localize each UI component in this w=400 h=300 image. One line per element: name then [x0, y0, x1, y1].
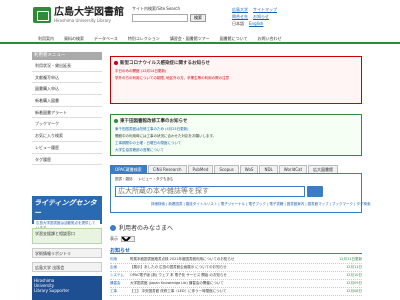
library-supporter-banner[interactable]: Hiroshima University Library Supporter	[32, 276, 102, 300]
covid-notice-link[interactable]: 学外の方の利用についての制限, 地区外の方、卒業生等の利用の際の注意	[111, 75, 361, 82]
user-menu-item[interactable]: ブックマーク	[32, 118, 102, 131]
support-banner[interactable]: 学習支援課と相談窓口	[32, 228, 102, 244]
news-date: 12月08日	[346, 289, 362, 293]
list-item[interactable]: 企画 【展示】あしたの 広島の図書館企画展示 についてのお知らせ 12月11日	[110, 264, 362, 272]
tab-scopus[interactable]: Scopus	[214, 165, 239, 173]
news-category: 利用	[110, 257, 117, 261]
nav-item[interactable]: 資料の検索	[59, 34, 89, 42]
news-list: 利用 附属本館図書館蔵書点検 2021年度図書館利用についてのお知らせ 12月1…	[110, 256, 362, 296]
info-icon	[114, 119, 118, 123]
user-menu: 利用者メニュー 利用状況・貸出延長 文献複写申込 図書購入申込 新着購入図書 新…	[32, 52, 102, 166]
link-contact[interactable]: 問合せ先	[232, 14, 248, 20]
lang-en[interactable]: English	[249, 21, 263, 26]
covid-notice-link[interactable]: 平日のみの開館 (12月14日更新)	[111, 68, 361, 75]
user-menu-item[interactable]: 図書購入申込	[32, 83, 102, 96]
tab-pubmed[interactable]: PubMed	[187, 165, 214, 173]
list-item[interactable]: 利用 附属本館図書館蔵書点検 2021年度図書館利用についてのお知らせ 12月1…	[110, 256, 362, 264]
nav-item[interactable]: 講習会・図書館ツアー	[165, 34, 215, 42]
tab-wos[interactable]: WoS	[239, 165, 259, 173]
alert-icon	[114, 61, 118, 65]
news-text[interactable]: OPAC電子版 (新) ウェブ 本 電子化 サービス 開始 のお知らせ	[130, 273, 342, 278]
welcome-text: 利用者のみなさまへ	[119, 225, 174, 232]
news-text[interactable]: 附属本館図書館蔵書点検 2021年度図書館利用についてのお知らせ	[130, 257, 335, 262]
display-select[interactable]: 5件	[121, 236, 135, 242]
welcome-heading: 利用者のみなさまへ	[110, 223, 173, 232]
list-item[interactable]: システム OPAC電子版 (新) ウェブ 本 電子化 サービス 開始 のお知らせ…	[110, 272, 362, 280]
renovation-notice-link[interactable]: 東千田図書館は改修工事のため (4月25日更新)	[111, 126, 361, 133]
site-search-input[interactable]	[132, 14, 188, 22]
tab-opac[interactable]: OPAC蔵書検索	[110, 165, 147, 173]
list-item[interactable]: 講習会 大学図書館 (Japan Knowledge Lib) 講習会の開催につ…	[110, 280, 362, 288]
site-search: サイト内検索/Site Search 検索	[132, 6, 232, 22]
site-title: 広島大学図書館	[54, 7, 124, 18]
user-menu-item[interactable]: お気に入り検索	[32, 130, 102, 142]
news-category: システム	[110, 273, 124, 277]
tab-worldcat[interactable]: WorldCat	[278, 165, 308, 173]
main-nav: 利用案内 資料の検索 データベース 特別コレクション 講習会・図書館ツアー 図書…	[0, 34, 400, 44]
list-item[interactable]: 工事 【工】 中央図書館 改修工事（LED）に伴う一時閉館について 12月08日	[110, 288, 362, 296]
user-menu-item[interactable]: 文献複写申込	[32, 72, 102, 84]
nav-item[interactable]: お問い合わせ	[252, 34, 286, 42]
radio-books[interactable]: 図書・雑誌	[115, 177, 133, 182]
user-menu-item[interactable]: レビュー履歴	[32, 142, 102, 154]
renovation-notice-text: 開館中の利用時には工事の状況に合わせた対応をお願いします。	[115, 134, 217, 138]
tab-ndl[interactable]: NDL	[259, 165, 278, 173]
site-subtitle: Hiroshima University Library	[54, 18, 111, 23]
link-sitemap[interactable]: サイトマップ	[253, 7, 277, 13]
news-category: 企画	[110, 265, 117, 269]
tab-cinii[interactable]: CiNii Research	[147, 165, 187, 173]
repository-banner[interactable]: 学術情報リポジトリ	[32, 248, 102, 258]
opac-search-input[interactable]	[115, 186, 305, 197]
renovation-notice-link[interactable]: 大学生協書籍部の営業について	[111, 147, 361, 154]
lang-ja[interactable]: 日本語	[232, 21, 244, 27]
writing-center-title: ライティングセンター	[34, 199, 97, 217]
covid-notice-title: 新型コロナウイルス感染症に関するお知らせ	[120, 61, 210, 66]
users-icon	[110, 224, 116, 231]
covid-notice: 新型コロナウイルス感染症に関するお知らせ 平日のみの開館 (12月14日更新) …	[110, 56, 362, 104]
user-menu-item[interactable]: 利用状況・貸出延長	[32, 60, 102, 72]
site-logo[interactable]: 広島大学図書館 Hiroshima University Library	[33, 7, 124, 23]
news-text[interactable]: 大学図書館 (Japan Knowledge Lib) 講習会の開催について	[130, 281, 342, 286]
display-label: 表示	[110, 236, 118, 241]
link-news[interactable]: お知らせ	[253, 14, 269, 20]
user-menu-item[interactable]: タグ履歴	[32, 154, 102, 166]
search-icon[interactable]	[307, 186, 323, 197]
renovation-notice-link[interactable]: 工事期間中の土曜・日曜日の閉館について	[111, 140, 361, 147]
nav-item[interactable]: 図書館について	[215, 34, 253, 42]
tab-hul[interactable]: 広大図書館	[308, 165, 339, 173]
display-count: 表示 5件	[110, 236, 135, 242]
site-search-button[interactable]: 検索	[190, 14, 206, 22]
search-tabs: OPAC蔵書検索 CiNii Research PubMed Scopus Wo…	[110, 165, 362, 173]
opac-search-panel: 図書・雑誌 レビュー・タグも含む 詳細検索 | 新着図書 | 雑誌タイトルリスト…	[110, 173, 370, 213]
nav-item[interactable]: 利用案内	[33, 34, 59, 42]
news-date: 12月11日更新	[339, 257, 362, 261]
user-menu-title: 利用者メニュー	[32, 52, 102, 60]
renovation-notice-title: 東千田図書館改修工事のお知らせ	[120, 119, 188, 124]
search-links[interactable]: 詳細検索 | 新着図書 | 雑誌タイトルリスト | 電子ジャーナル | 電子ブッ…	[151, 202, 370, 207]
writing-center-banner[interactable]: ライティングセンター 広島大学図書館は活動拠点を提供しています。	[32, 196, 102, 232]
library-logo-icon	[33, 7, 51, 23]
news-category: 講習会	[110, 281, 121, 285]
renovation-notice: 東千田図書館改修工事のお知らせ 東千田図書館は改修工事のため (4月25日更新)…	[110, 114, 362, 156]
user-menu-item[interactable]: 新着購入図書	[32, 95, 102, 107]
news-date: 12月11日	[346, 265, 362, 269]
top-links: 広島大学 サイトマップ 問合せ先 お知らせ 日本語 English	[232, 6, 372, 27]
site-search-label: サイト内検索/Site Search	[132, 6, 181, 11]
news-text[interactable]: 【工】 中央図書館 改修工事（LED）に伴う一時閉館について	[130, 289, 342, 294]
radio-reviews[interactable]: レビュー・タグも含む	[139, 177, 174, 182]
supporter-line: Library Supporter	[34, 288, 70, 293]
news-category: 工事	[110, 289, 117, 293]
news-date: 12月09日	[346, 281, 362, 285]
link-university[interactable]: 広島大学	[232, 7, 248, 13]
nav-item[interactable]: 特別コレクション	[123, 34, 165, 42]
nav-item[interactable]: データベース	[89, 34, 123, 42]
news-heading: お知らせ	[110, 247, 362, 254]
user-menu-item[interactable]: 新着図書アラート	[32, 107, 102, 119]
news-text[interactable]: 【展示】あしたの 広島の図書館企画展示 についてのお知らせ	[130, 265, 342, 270]
press-banner[interactable]: 広島大学 出版会	[32, 262, 102, 272]
site-header: 広島大学図書館 Hiroshima University Library サイト…	[0, 0, 400, 34]
news-date: 12月10日	[346, 273, 362, 277]
